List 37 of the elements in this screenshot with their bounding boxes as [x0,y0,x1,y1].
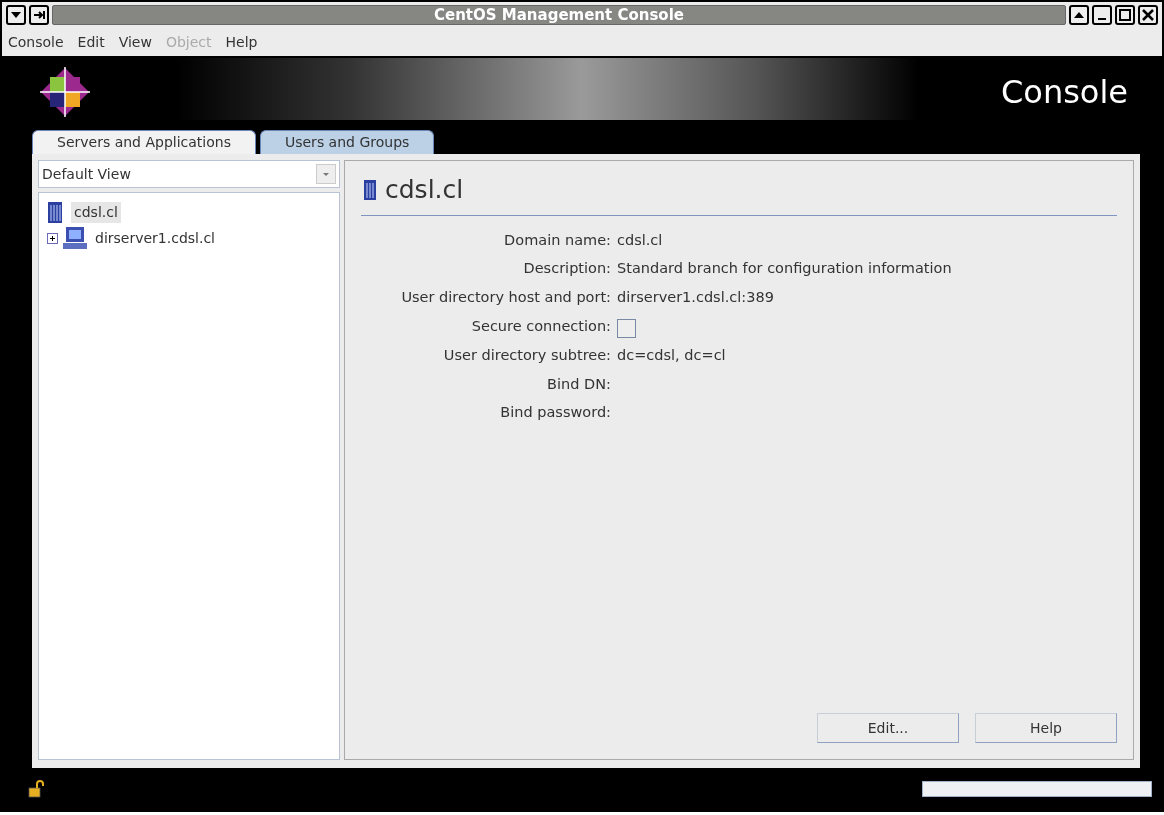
menu-item[interactable]: Help [225,32,258,52]
field-label: Bind password: [499,403,611,423]
field-value: dirserver1.cdsl.cl:389 [617,289,774,305]
field-value: Standard branch for configuration information [617,260,952,277]
help-button[interactable]: Help [975,713,1117,743]
tree-item[interactable]: dirserver1.cdsl.cl [92,227,218,249]
pin-icon[interactable] [29,5,49,25]
expand-icon[interactable] [47,232,58,244]
field-label: Domain name: [503,230,611,250]
edit-button[interactable]: Edit... [817,713,959,743]
field-value: cdsl.cl [617,231,663,248]
computer-icon [62,226,88,250]
padlock-icon [28,780,46,798]
field-label: Description: [522,259,611,279]
close-icon[interactable] [1138,5,1158,25]
menu-item[interactable]: Console [8,32,64,52]
building-icon [361,178,379,201]
maximize-icon[interactable] [1115,5,1135,25]
tab[interactable]: Servers and Applications [32,130,256,154]
field-value: dc=cdsl, dc=cl [617,346,726,363]
view-dropdown[interactable]: Default View [38,160,340,188]
checkbox[interactable] [617,318,636,338]
field-label: Secure connection: [470,316,611,336]
window-title: CentOS Management Console [52,5,1066,25]
window-menu-icon[interactable] [6,5,26,25]
menu-item[interactable]: Edit [77,32,105,52]
field-label: User directory host and port: [400,288,611,307]
field-label: Bind DN: [546,374,611,394]
shade-icon[interactable] [1069,5,1089,25]
field-label: User directory subtree: [442,345,611,365]
banner-title: Console [1000,72,1128,113]
detail-title: cdsl.cl [385,174,464,206]
dropdown-caret-icon [316,164,336,184]
tab[interactable]: Users and Groups [259,130,435,154]
menu-item[interactable]: View [118,32,152,52]
tree-item[interactable]: cdsl.cl [71,201,121,223]
minimize-icon[interactable] [1092,5,1112,25]
